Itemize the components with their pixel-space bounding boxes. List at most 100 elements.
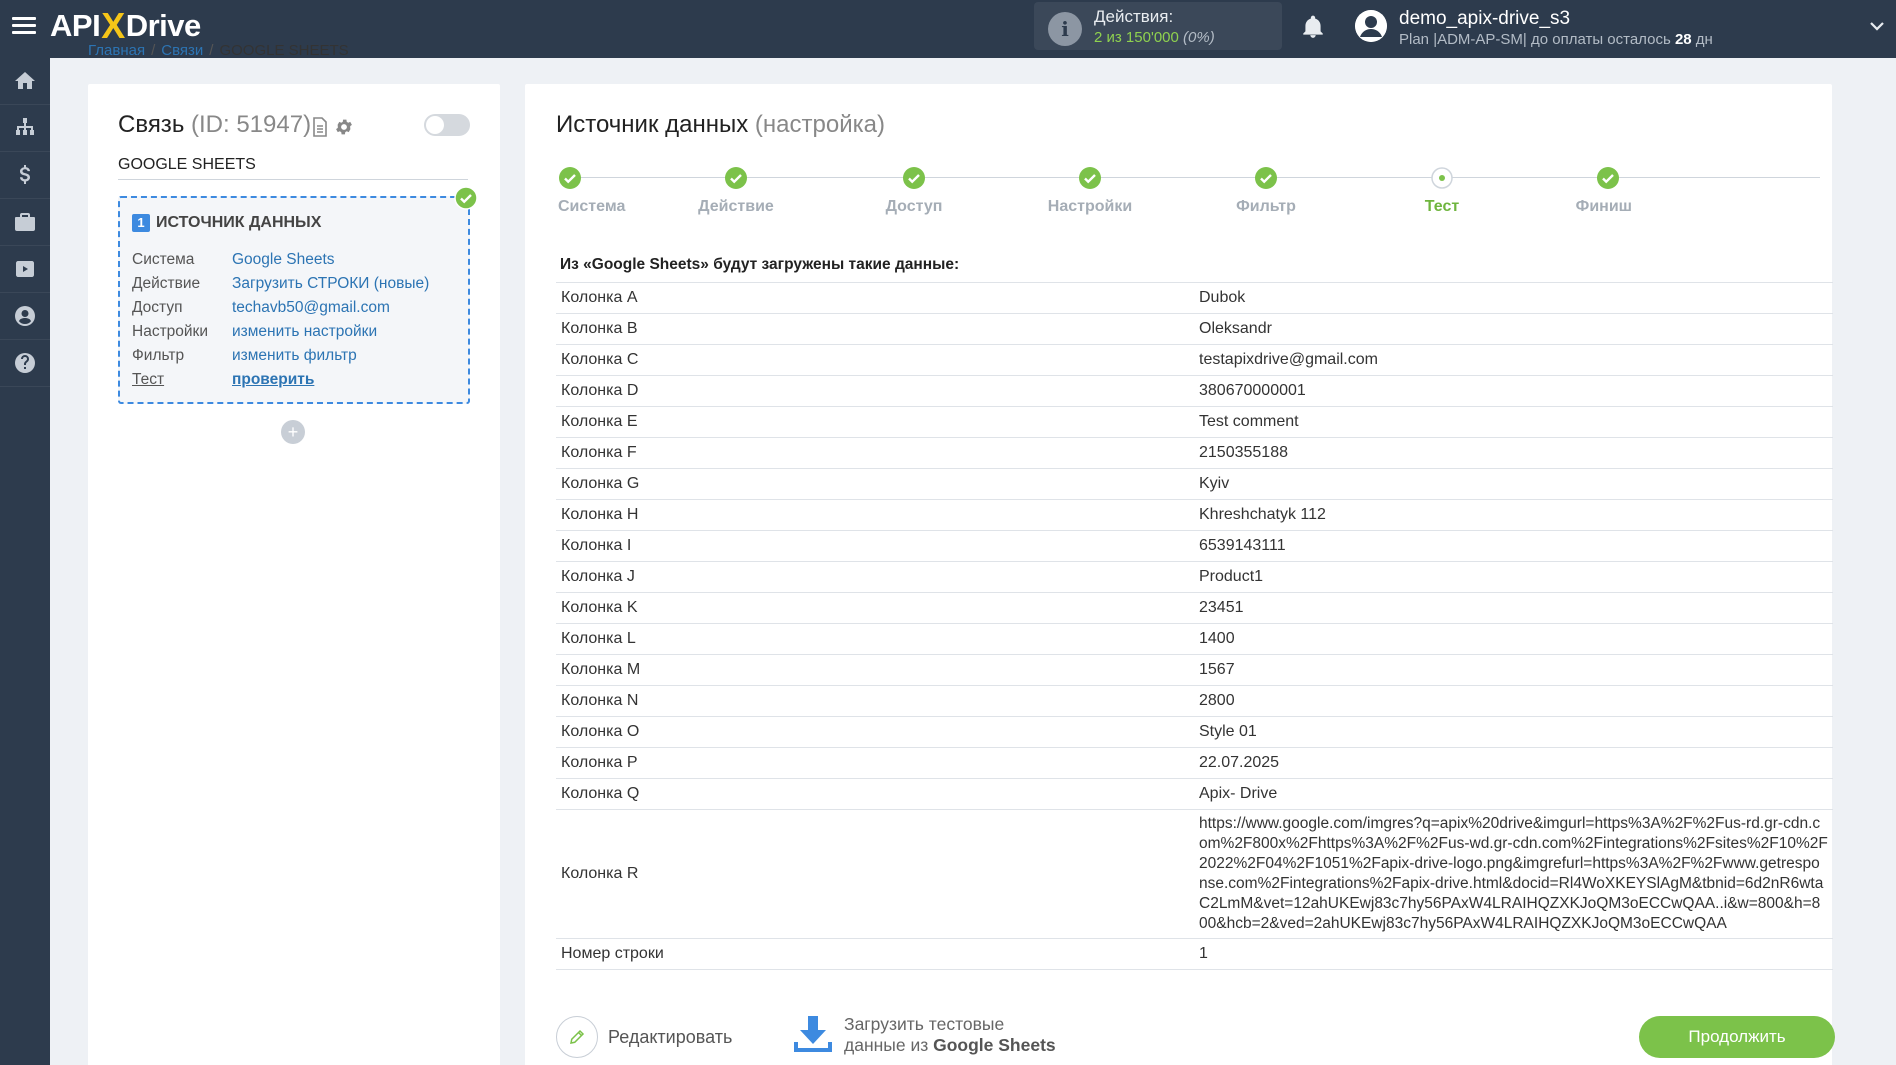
field-name: Колонка C xyxy=(556,344,1194,376)
sidebar-item-home[interactable] xyxy=(0,58,50,105)
load-label-system: Google Sheets xyxy=(933,1035,1056,1055)
source-settings-link[interactable]: изменить настройки xyxy=(232,320,377,344)
field-value: Test comment xyxy=(1194,406,1833,438)
info-icon: i xyxy=(1048,12,1082,46)
step-label: Действие xyxy=(698,198,774,215)
step-2[interactable]: Действие xyxy=(698,166,774,215)
continue-button[interactable]: Продолжить xyxy=(1639,1016,1835,1058)
source-system-link[interactable]: Google Sheets xyxy=(232,248,335,272)
document-icon[interactable] xyxy=(312,117,328,137)
breadcrumb: Главная / Связи / GOOGLE SHEETS xyxy=(88,44,349,58)
add-block-button[interactable]: + xyxy=(281,420,305,444)
step-3[interactable]: Доступ xyxy=(886,166,942,215)
field-value: Style 01 xyxy=(1194,716,1833,748)
user-name[interactable]: demo_apix-drive_s3 xyxy=(1399,8,1570,30)
logo-text-x: X xyxy=(101,5,125,46)
field-name: Колонка O xyxy=(556,716,1194,748)
step-current-icon xyxy=(1431,167,1453,189)
source-row-system: Система Google Sheets xyxy=(132,248,429,272)
sidebar-item-video[interactable] xyxy=(0,246,50,293)
connection-card: Связь (ID: 51947) GOOGLE SHEETS 1 ИСТОЧНИ… xyxy=(88,84,500,1065)
field-name: Колонка B xyxy=(556,313,1194,345)
source-row-test: Тест проверить xyxy=(132,368,429,392)
load-label-line1: Загрузить тестовые xyxy=(844,1014,1005,1034)
gear-icon[interactable] xyxy=(334,117,354,137)
step-label: Настройки xyxy=(1047,198,1133,215)
step-label: Финиш xyxy=(1575,198,1632,215)
step-done-icon xyxy=(1079,167,1101,189)
user-avatar-icon[interactable] xyxy=(1355,10,1387,42)
edit-button[interactable]: Редактировать xyxy=(556,1016,732,1058)
chevron-down-icon[interactable] xyxy=(1868,17,1886,35)
data-source-block[interactable]: 1 ИСТОЧНИК ДАННЫХ Система Google Sheets Де… xyxy=(118,196,470,404)
connection-name[interactable]: GOOGLE SHEETS xyxy=(118,156,468,180)
field-value: 2150355188 xyxy=(1194,437,1833,469)
table-row: Колонка D 380670000001 xyxy=(556,375,1833,407)
step-done-icon xyxy=(1597,167,1619,189)
connection-toggle[interactable] xyxy=(424,114,470,136)
source-action-link[interactable]: Загрузить СТРОКИ (новые) xyxy=(232,272,429,296)
actions-counter[interactable]: i Действия: 2 из 150'000 (0%) xyxy=(1034,2,1282,50)
field-value: 22.07.2025 xyxy=(1194,747,1833,779)
connection-id: (ID: 51947) xyxy=(191,111,312,138)
field-value: https://www.google.com/imgres?q=apix%20d… xyxy=(1194,809,1833,939)
sidebar xyxy=(0,58,50,1065)
sidebar-item-tools[interactable] xyxy=(0,199,50,246)
step-1[interactable]: Система xyxy=(558,166,625,215)
table-row: Колонка O Style 01 xyxy=(556,716,1833,748)
hamburger-menu-icon[interactable] xyxy=(12,14,36,38)
user-icon xyxy=(15,306,35,326)
table-row: Колонка Rhttps://www.google.com/imgres?q… xyxy=(556,809,1833,939)
step-5[interactable]: Фильтр xyxy=(1236,166,1296,215)
field-value: Product1 xyxy=(1194,561,1833,593)
field-name: Колонка E xyxy=(556,406,1194,438)
step-label: Тест xyxy=(1424,198,1460,215)
logo-text-drive: Drive xyxy=(125,8,202,43)
briefcase-icon xyxy=(15,213,35,231)
step-4[interactable]: Настройки xyxy=(1048,166,1132,215)
breadcrumb-links[interactable]: Связи xyxy=(161,44,203,58)
youtube-icon xyxy=(16,261,34,277)
breadcrumb-separator: / xyxy=(151,44,156,58)
sidebar-item-billing[interactable] xyxy=(0,152,50,199)
actions-percent: (0%) xyxy=(1183,29,1215,46)
field-name: Колонка H xyxy=(556,499,1194,531)
step-done-icon xyxy=(903,167,925,189)
source-test-link[interactable]: проверить xyxy=(232,368,314,392)
field-name: Колонка A xyxy=(556,282,1194,314)
table-row: Колонка J Product1 xyxy=(556,561,1833,593)
sidebar-item-connections[interactable] xyxy=(0,105,50,152)
field-name: Колонка F xyxy=(556,437,1194,469)
step-label: Фильтр xyxy=(1236,198,1296,215)
user-plan: Plan |ADM-AP-SM| до оплаты осталось 28 д… xyxy=(1399,31,1713,48)
source-title: ИСТОЧНИК ДАННЫХ xyxy=(156,214,322,231)
load-test-data-button[interactable]: Загрузить тестовые данные из Google Sheet… xyxy=(792,1014,1056,1056)
bell-icon[interactable] xyxy=(1300,13,1326,41)
field-value: Oleksandr xyxy=(1194,313,1833,345)
field-value: testapixdrive@gmail.com xyxy=(1194,344,1833,376)
table-row: Колонка A Dubok xyxy=(556,282,1833,314)
breadcrumb-home[interactable]: Главная xyxy=(88,44,145,58)
field-value: 6539143111 xyxy=(1194,530,1833,562)
table-row: Колонка H Khreshchatyk 112 xyxy=(556,499,1833,531)
apix-drive-logo[interactable]: API X Drive xyxy=(50,5,202,46)
page-title: Источник данных (настройка) xyxy=(556,111,885,139)
table-row: Колонка L 1400 xyxy=(556,623,1833,655)
field-name: Колонка G xyxy=(556,468,1194,500)
table-row: Колонка F 2150355188 xyxy=(556,437,1833,469)
sidebar-item-profile[interactable] xyxy=(0,293,50,340)
step-6[interactable]: Тест xyxy=(1425,166,1459,215)
step-7[interactable]: Финиш xyxy=(1576,166,1632,215)
field-name: Номер строки xyxy=(556,938,1194,970)
sidebar-item-help[interactable] xyxy=(0,340,50,387)
source-access-link[interactable]: techavb50@gmail.com xyxy=(232,296,390,320)
source-filter-link[interactable]: изменить фильтр xyxy=(232,344,357,368)
dollar-icon xyxy=(20,165,30,184)
step-done-icon xyxy=(725,167,747,189)
field-name: Колонка L xyxy=(556,623,1194,655)
connection-actions xyxy=(312,117,354,137)
page-subtitle: (настройка) xyxy=(754,111,885,138)
connection-title-text: Связь xyxy=(118,111,185,138)
field-name: Колонка Q xyxy=(556,778,1194,810)
source-row-filter: Фильтр изменить фильтр xyxy=(132,344,429,368)
